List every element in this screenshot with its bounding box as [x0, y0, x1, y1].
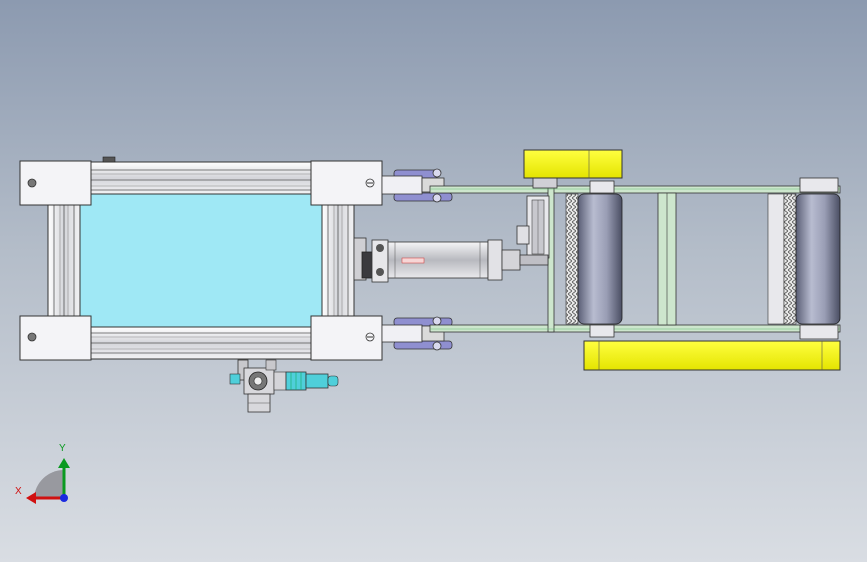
corner-block-bottom-right	[310, 315, 383, 361]
roller-left	[565, 180, 623, 338]
valve-assembly	[229, 359, 339, 413]
bottom-extrusion	[89, 326, 313, 360]
pneumatic-cylinder	[353, 237, 549, 283]
cad-assembly-view	[19, 149, 841, 504]
hinge-top	[381, 168, 453, 203]
triad-shade	[34, 469, 64, 498]
left-extrusion	[47, 204, 81, 318]
yellow-cover-top	[523, 149, 623, 179]
top-tab	[102, 156, 116, 163]
coordinate-triad	[26, 458, 70, 504]
bottom-rail	[429, 324, 841, 333]
corner-block-top-left	[19, 160, 92, 206]
corner-block-top-right	[310, 160, 383, 206]
hinge-bottom	[381, 316, 453, 351]
top-extrusion	[89, 161, 313, 195]
glass-panel	[79, 193, 327, 329]
z-axis-icon	[60, 494, 68, 502]
corner-block-bottom-left	[19, 315, 92, 361]
top-rail	[429, 185, 841, 194]
x-axis-label: X	[15, 486, 22, 497]
extrusion-frame	[19, 156, 383, 361]
yellow-cover-bottom	[583, 340, 841, 371]
right-extrusion	[321, 204, 355, 318]
roller-right	[767, 177, 841, 340]
y-axis-label: Y	[59, 443, 66, 454]
